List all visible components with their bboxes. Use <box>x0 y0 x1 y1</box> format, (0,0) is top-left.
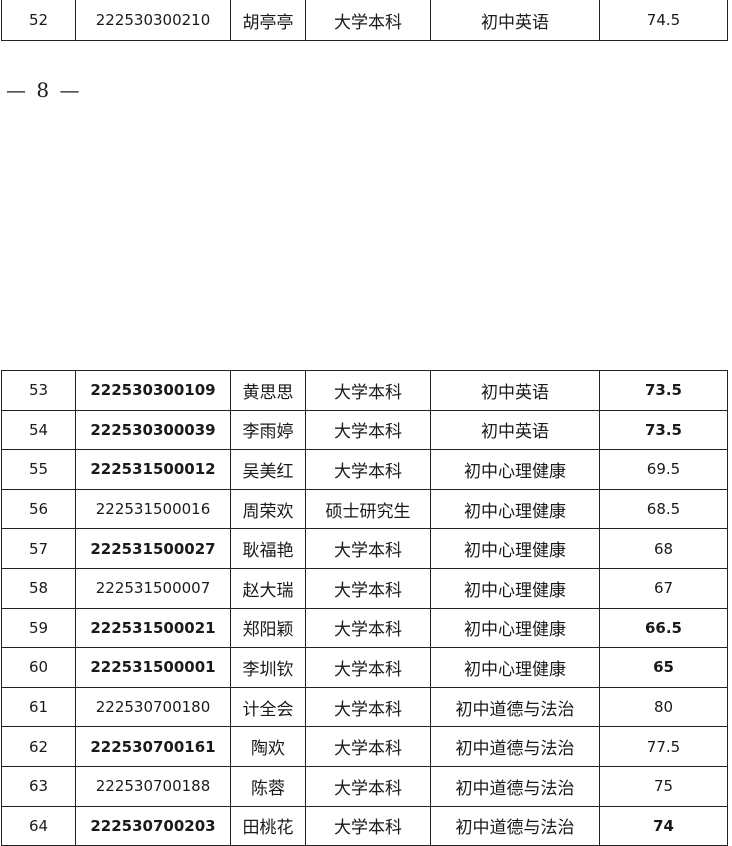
exam-id-cell: 222530300210 <box>75 0 231 41</box>
table-row: 56 222531500016 周荣欢 硕士研究生 初中心理健康 68.5 <box>1 488 728 530</box>
table-row: 61 222530700180 计全会 大学本科 初中道德与法治 80 <box>1 686 728 728</box>
exam-id-cell: 222530700180 <box>75 686 231 728</box>
candidate-name-cell: 李圳钦 <box>230 647 306 688</box>
score-cell: 74.5 <box>599 0 728 41</box>
table-row: 52 222530300210 胡亭亭 大学本科 初中英语 74.5 <box>1 0 728 41</box>
exam-id-cell: 222531500012 <box>75 449 231 490</box>
exam-id-cell: 222531500007 <box>75 567 231 609</box>
score-cell: 68.5 <box>599 488 728 530</box>
exam-id-cell: 222530700188 <box>75 765 231 807</box>
row-number-cell: 53 <box>1 370 76 411</box>
education-cell: 大学本科 <box>305 765 431 807</box>
subject-cell: 初中心理健康 <box>430 647 600 688</box>
education-cell: 大学本科 <box>305 409 431 451</box>
exam-id-cell: 222530300109 <box>75 370 231 411</box>
score-cell: 77.5 <box>599 726 728 767</box>
table-row: 53 222530300109 黄思思 大学本科 初中英语 73.5 <box>1 370 728 411</box>
exam-id-cell: 222531500021 <box>75 607 231 649</box>
candidate-name-cell: 胡亭亭 <box>230 0 306 41</box>
table-row: 63 222530700188 陈蓉 大学本科 初中道德与法治 75 <box>1 765 728 807</box>
score-cell: 74 <box>599 805 728 846</box>
exam-id-cell: 222531500016 <box>75 488 231 530</box>
candidate-name-cell: 计全会 <box>230 686 306 728</box>
exam-id-cell: 222530700203 <box>75 805 231 846</box>
education-cell: 大学本科 <box>305 607 431 649</box>
subject-cell: 初中心理健康 <box>430 449 600 490</box>
score-cell: 80 <box>599 686 728 728</box>
table-row: 58 222531500007 赵大瑞 大学本科 初中心理健康 67 <box>1 567 728 609</box>
row-number-cell: 58 <box>1 567 76 609</box>
row-number-cell: 64 <box>1 805 76 846</box>
education-cell: 大学本科 <box>305 449 431 490</box>
education-cell: 大学本科 <box>305 528 431 569</box>
table-row: 59 222531500021 郑阳颖 大学本科 初中心理健康 66.5 <box>1 607 728 649</box>
education-cell: 大学本科 <box>305 726 431 767</box>
score-cell: 75 <box>599 765 728 807</box>
results-table-continued: 52 222530300210 胡亭亭 大学本科 初中英语 74.5 <box>1 0 728 41</box>
page-number: — 8 — <box>6 78 82 102</box>
candidate-name-cell: 周荣欢 <box>230 488 306 530</box>
row-number-cell: 63 <box>1 765 76 807</box>
subject-cell: 初中心理健康 <box>430 567 600 609</box>
subject-cell: 初中道德与法治 <box>430 805 600 846</box>
exam-id-cell: 222530300039 <box>75 409 231 451</box>
subject-cell: 初中心理健康 <box>430 607 600 649</box>
table-row: 64 222530700203 田桃花 大学本科 初中道德与法治 74 <box>1 805 728 846</box>
candidate-name-cell: 陈蓉 <box>230 765 306 807</box>
score-cell: 73.5 <box>599 409 728 451</box>
subject-cell: 初中道德与法治 <box>430 765 600 807</box>
candidate-name-cell: 郑阳颖 <box>230 607 306 649</box>
education-cell: 硕士研究生 <box>305 488 431 530</box>
exam-id-cell: 222531500027 <box>75 528 231 569</box>
row-number-cell: 61 <box>1 686 76 728</box>
candidate-name-cell: 陶欢 <box>230 726 306 767</box>
education-cell: 大学本科 <box>305 370 431 411</box>
table-row: 55 222531500012 吴美红 大学本科 初中心理健康 69.5 <box>1 449 728 490</box>
row-number-cell: 54 <box>1 409 76 451</box>
education-cell: 大学本科 <box>305 647 431 688</box>
row-number-cell: 56 <box>1 488 76 530</box>
row-number-cell: 55 <box>1 449 76 490</box>
education-cell: 大学本科 <box>305 805 431 846</box>
candidate-name-cell: 黄思思 <box>230 370 306 411</box>
education-cell: 大学本科 <box>305 686 431 728</box>
score-cell: 67 <box>599 567 728 609</box>
subject-cell: 初中心理健康 <box>430 488 600 530</box>
candidate-name-cell: 李雨婷 <box>230 409 306 451</box>
row-number-cell: 57 <box>1 528 76 569</box>
subject-cell: 初中道德与法治 <box>430 726 600 767</box>
candidate-name-cell: 耿福艳 <box>230 528 306 569</box>
row-number-cell: 60 <box>1 647 76 688</box>
score-cell: 65 <box>599 647 728 688</box>
row-number-cell: 52 <box>1 0 76 41</box>
subject-cell: 初中心理健康 <box>430 528 600 569</box>
candidate-name-cell: 田桃花 <box>230 805 306 846</box>
row-number-cell: 59 <box>1 607 76 649</box>
table-row: 60 222531500001 李圳钦 大学本科 初中心理健康 65 <box>1 647 728 688</box>
score-cell: 66.5 <box>599 607 728 649</box>
subject-cell: 初中英语 <box>430 409 600 451</box>
table-row: 57 222531500027 耿福艳 大学本科 初中心理健康 68 <box>1 528 728 569</box>
score-cell: 73.5 <box>599 370 728 411</box>
education-cell: 大学本科 <box>305 0 431 41</box>
subject-cell: 初中道德与法治 <box>430 686 600 728</box>
subject-cell: 初中英语 <box>430 0 600 41</box>
table-row: 54 222530300039 李雨婷 大学本科 初中英语 73.5 <box>1 409 728 451</box>
row-number-cell: 62 <box>1 726 76 767</box>
candidate-name-cell: 赵大瑞 <box>230 567 306 609</box>
table-row: 62 222530700161 陶欢 大学本科 初中道德与法治 77.5 <box>1 726 728 767</box>
exam-id-cell: 222531500001 <box>75 647 231 688</box>
results-table: 53 222530300109 黄思思 大学本科 初中英语 73.5 54 22… <box>1 370 728 846</box>
candidate-name-cell: 吴美红 <box>230 449 306 490</box>
exam-id-cell: 222530700161 <box>75 726 231 767</box>
score-cell: 69.5 <box>599 449 728 490</box>
subject-cell: 初中英语 <box>430 370 600 411</box>
score-cell: 68 <box>599 528 728 569</box>
education-cell: 大学本科 <box>305 567 431 609</box>
